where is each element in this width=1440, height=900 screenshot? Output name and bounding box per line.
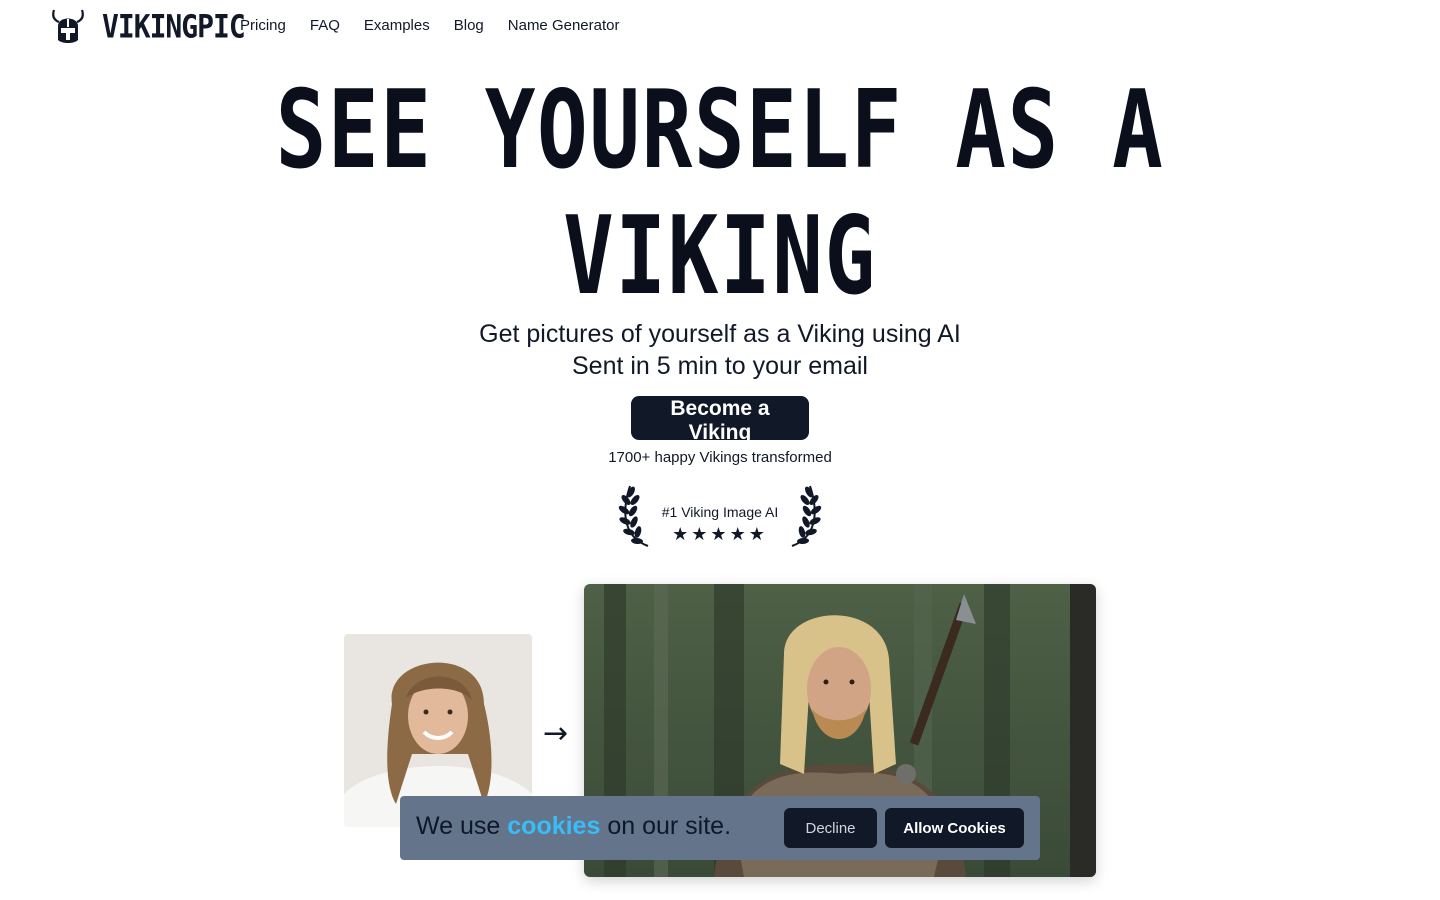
cookie-message: We use cookies on our site. [416,812,731,841]
viking-helmet-icon [52,9,84,43]
decline-cookies-button[interactable]: Decline [784,808,877,848]
cookie-text-after: on our site. [607,812,732,840]
cookie-banner: We use cookies on our site. Decline Allo… [400,796,1040,860]
laurel-right-icon [791,485,822,547]
cookies-link[interactable]: cookies [507,812,600,840]
nav-pricing[interactable]: Pricing [240,17,286,34]
hero-title: SEE YOURSELF AS A VIKING [158,68,1281,320]
star-icon: ★ [748,524,768,545]
subtitle-line-1: Get pictures of yourself as a Viking usi… [479,320,961,348]
site-header: VIKINGPIC Pricing FAQ Examples Blog Name… [0,0,1440,56]
hero-title-line-1: SEE YOURSELF AS A [275,68,1165,193]
nav-examples[interactable]: Examples [364,17,430,34]
star-icon: ★ [691,524,711,545]
cookie-text-before: We use [416,812,501,840]
subtitle-line-2: Sent in 5 min to your email [572,352,868,380]
nav-faq[interactable]: FAQ [310,17,340,34]
logo-text: VIKINGPIC [102,7,246,45]
hero-title-line-2: VIKING [563,194,877,319]
star-icon: ★ [729,524,749,545]
become-a-viking-button[interactable]: Become a Viking [631,396,809,444]
arrow-right-icon: → [543,716,569,751]
happy-vikings-count: 1700+ happy Vikings transformed [608,449,832,466]
allow-cookies-button[interactable]: Allow Cookies [885,808,1024,848]
nav-blog[interactable]: Blog [454,17,484,34]
hero-subtitle: Get pictures of yourself as a Viking usi… [0,318,1440,382]
nav-name-generator[interactable]: Name Generator [508,17,620,34]
star-icon: ★ [710,524,730,545]
main-nav: Pricing FAQ Examples Blog Name Generator [240,17,619,34]
logo-link[interactable]: VIKINGPIC [50,6,246,46]
rating-badge: #1 Viking Image AI ★★★★★ [616,482,824,550]
star-icon: ★ [672,524,692,545]
